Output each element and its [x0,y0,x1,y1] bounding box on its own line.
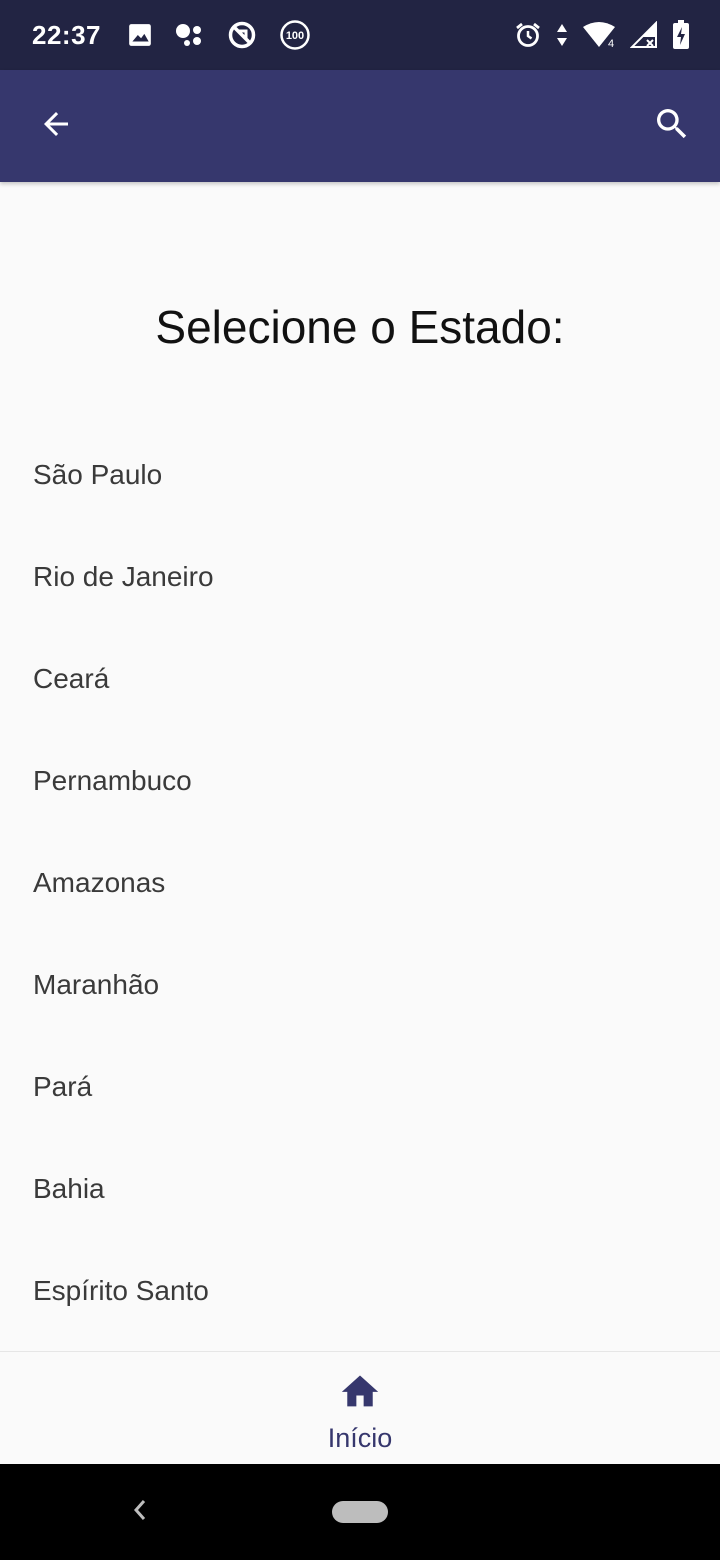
badge-100-icon: 100 [279,19,311,51]
state-item-rio-de-janeiro[interactable]: Rio de Janeiro [0,526,720,628]
state-list: São Paulo Rio de Janeiro Ceará Pernambuc… [0,424,720,1342]
state-item-sao-paulo[interactable]: São Paulo [0,424,720,526]
wifi-icon: 4 [582,21,616,49]
page-title: Selecione o Estado: [155,301,565,353]
image-icon [127,22,153,48]
status-left: 22:37 100 [32,19,311,51]
system-nav-bar [0,1464,720,1560]
search-icon [652,104,692,149]
back-button[interactable] [34,104,78,148]
state-item-maranhao[interactable]: Maranhão [0,934,720,1036]
state-item-bahia[interactable]: Bahia [0,1138,720,1240]
assistant-icon [175,22,205,48]
nav-item-inicio[interactable]: Início [260,1352,460,1465]
arrow-back-icon [38,106,74,147]
battery-charging-icon [672,20,690,50]
data-saver-icon [227,20,257,50]
data-arrows-icon [556,22,568,48]
home-icon [338,1370,382,1415]
state-item-ceara[interactable]: Ceará [0,628,720,730]
search-button[interactable] [650,104,694,148]
svg-text:4: 4 [608,38,614,49]
cell-signal-icon [630,21,658,49]
status-bar: 22:37 100 4 [0,0,720,70]
app-bar [0,70,720,182]
state-item-para[interactable]: Pará [0,1036,720,1138]
chevron-left-icon [132,1498,148,1527]
screen: 22:37 100 4 Selecione o Estado: São Paul… [0,0,720,1560]
status-right: 4 [514,20,690,50]
alarm-icon [514,21,542,49]
state-item-amazonas[interactable]: Amazonas [0,832,720,934]
bottom-nav: Início [0,1351,720,1464]
state-item-espirito-santo[interactable]: Espírito Santo [0,1240,720,1342]
svg-text:100: 100 [286,30,304,42]
nav-label-inicio: Início [327,1423,393,1453]
state-item-pernambuco[interactable]: Pernambuco [0,730,720,832]
status-time: 22:37 [32,19,101,50]
home-pill-icon[interactable] [332,1501,388,1523]
system-back-button[interactable] [126,1496,154,1528]
